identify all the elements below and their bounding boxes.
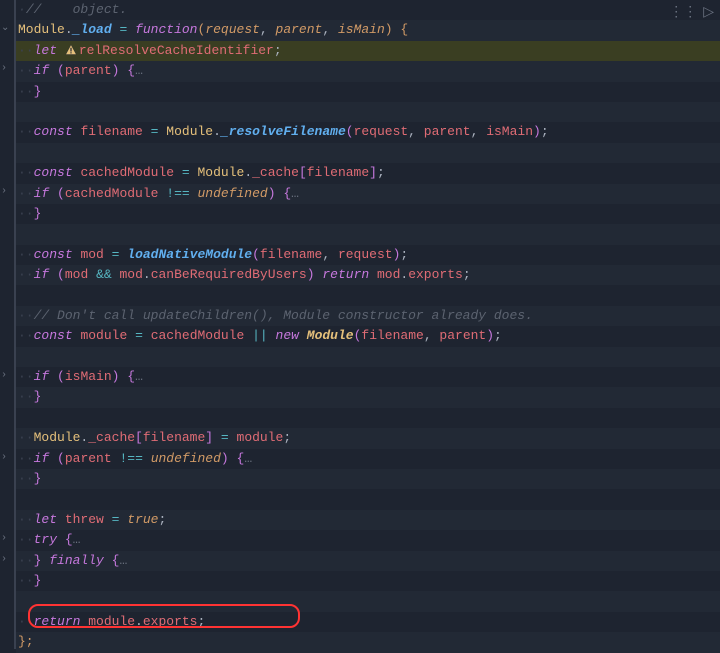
code-line: ··if (parent !== undefined) {…: [16, 449, 720, 469]
code-line: Module._load = function(request, parent,…: [16, 20, 720, 40]
code-line: ··const module = cachedModule || new Mod…: [16, 326, 720, 346]
code-line: ··}: [16, 469, 720, 489]
drag-handle-icon[interactable]: ⋮⋮: [669, 4, 697, 21]
fold-gutter: ⌄ › › › › › ›: [0, 0, 14, 649]
code-line: ··return module.exports;: [16, 612, 720, 632]
run-icon[interactable]: ▷: [703, 4, 714, 21]
code-line: ··let threw = true;: [16, 510, 720, 530]
blank-line: [16, 591, 720, 611]
code-line: ··}: [16, 82, 720, 102]
code-line: ··try {…: [16, 530, 720, 550]
code-content[interactable]: ·// object. Module._load = function(requ…: [14, 0, 720, 649]
fold-chevron-icon[interactable]: ›: [1, 186, 7, 197]
blank-line: [16, 347, 720, 367]
code-line: ··} finally {…: [16, 551, 720, 571]
blank-line: [16, 102, 720, 122]
blank-line: [16, 408, 720, 428]
fold-chevron-icon[interactable]: ›: [1, 370, 7, 381]
code-editor: ⌄ › › › › › › ·// object. Module._load =…: [0, 0, 720, 649]
editor-toolbar: ⋮⋮ ▷: [669, 4, 714, 21]
code-line: ··}: [16, 387, 720, 407]
highlighted-line: ··let relResolveCacheIdentifier;: [16, 41, 720, 61]
blank-line: [16, 489, 720, 509]
fold-chevron-icon[interactable]: ›: [1, 63, 7, 74]
code-line: ··if (parent) {…: [16, 61, 720, 81]
code-line: ··// Don't call updateChildren(), Module…: [16, 306, 720, 326]
code-text: // object.: [26, 2, 127, 17]
code-line: ··if (mod && mod.canBeRequiredByUsers) r…: [16, 265, 720, 285]
code-line: };: [16, 632, 720, 652]
blank-line: [16, 143, 720, 163]
code-line: ··const mod = loadNativeModule(filename,…: [16, 245, 720, 265]
fold-chevron-icon[interactable]: ›: [1, 554, 7, 565]
fold-chevron-icon[interactable]: ›: [1, 533, 7, 544]
code-line: ··if (cachedModule !== undefined) {…: [16, 184, 720, 204]
code-line: ··}: [16, 571, 720, 591]
code-line: ··}: [16, 204, 720, 224]
blank-line: [16, 285, 720, 305]
warn-icon: [65, 44, 77, 56]
fold-chevron-icon[interactable]: ›: [1, 452, 7, 463]
code-line: ··const cachedModule = Module._cache[fil…: [16, 163, 720, 183]
fold-chevron-icon[interactable]: ⌄: [1, 22, 9, 34]
code-line: ··if (isMain) {…: [16, 367, 720, 387]
blank-line: [16, 224, 720, 244]
code-line: ··const filename = Module._resolveFilena…: [16, 122, 720, 142]
code-line: ··Module._cache[filename] = module;: [16, 428, 720, 448]
